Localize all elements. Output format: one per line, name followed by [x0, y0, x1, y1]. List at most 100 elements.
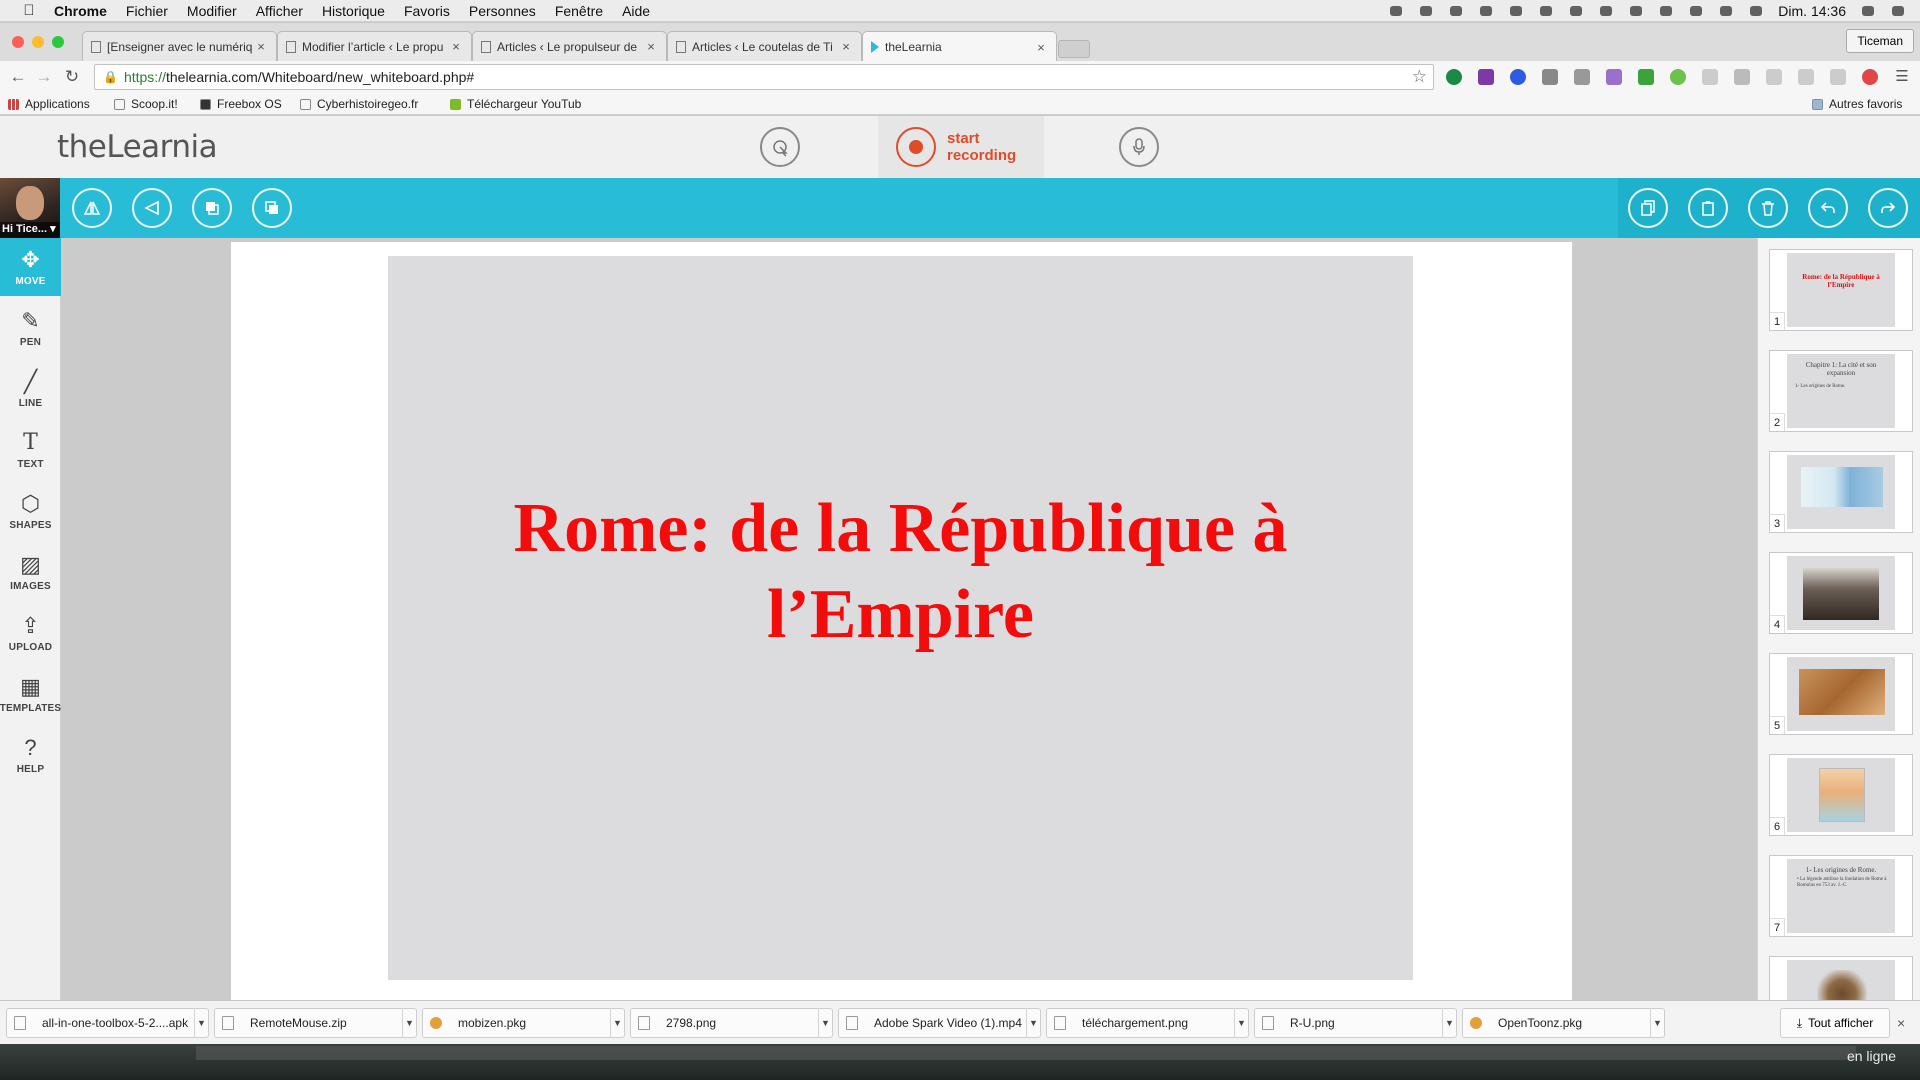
tab-close-icon[interactable]: × — [1034, 40, 1048, 55]
reload-icon[interactable]: ↻ — [62, 67, 82, 87]
extension-onenote-icon[interactable] — [1478, 69, 1494, 85]
slide-image[interactable]: Rome: de la République à l’Empire — [388, 256, 1413, 980]
menu-modifier[interactable]: Modifier — [187, 3, 237, 19]
show-all-downloads-button[interactable]: ⤓ Tout afficher — [1780, 1008, 1890, 1038]
bookmark-youtube-downloader[interactable]: Téléchargeur YouTub — [450, 97, 581, 111]
browser-tab[interactable]: Modifier l’article ‹ Le propu × — [277, 31, 472, 61]
back-arrow-icon[interactable]: ← — [8, 67, 28, 87]
bookmark-scoopit[interactable]: Scoop.it! — [114, 97, 178, 111]
paste-button[interactable] — [1688, 188, 1728, 228]
tab-close-icon[interactable]: × — [254, 39, 268, 54]
address-bar[interactable]: 🔒 https://thelearnia.com/Whiteboard/new_… — [94, 64, 1434, 90]
tool-templates[interactable]: ▦ TEMPLATES — [0, 665, 61, 723]
extension-n-icon[interactable] — [1734, 69, 1750, 85]
browser-tab[interactable]: [Enseigner avec le numériq × — [82, 31, 277, 61]
undo-button[interactable] — [1808, 188, 1848, 228]
new-tab-button[interactable] — [1058, 40, 1090, 58]
apple-icon[interactable]:  — [18, 2, 40, 19]
extension-print-icon[interactable] — [1638, 69, 1654, 85]
extension-evernote-icon[interactable] — [1446, 69, 1462, 85]
time-machine-icon[interactable] — [1658, 4, 1674, 18]
window-minimize-button[interactable] — [32, 36, 44, 48]
bookmark-other-folder[interactable]: Autres favoris — [1812, 97, 1902, 111]
menu-clock[interactable]: Dim. 14:36 — [1778, 3, 1846, 19]
creative-cloud-icon[interactable] — [1538, 4, 1554, 18]
extension-gif-icon[interactable] — [1702, 69, 1718, 85]
download-item[interactable]: mobizen.pkg ▼ — [422, 1008, 625, 1038]
app-logo[interactable]: theLearnia — [57, 129, 218, 165]
spotlight-search-icon[interactable] — [1860, 4, 1876, 18]
chrome-menu-icon[interactable]: ☰ — [1892, 67, 1912, 85]
whiteboard-canvas-area[interactable]: Rome: de la République à l’Empire — [61, 238, 1757, 1000]
window-close-button[interactable] — [12, 36, 24, 48]
extension-drop-icon[interactable] — [1766, 69, 1782, 85]
bookmark-applications[interactable]: Applications — [8, 97, 90, 111]
layer-back-button[interactable] — [252, 188, 292, 228]
bookmark-cyberhistoiregeo[interactable]: Cyberhistoiregeo.fr — [300, 97, 418, 111]
slide-thumbnail[interactable] — [1769, 956, 1913, 1000]
eject-icon[interactable] — [1628, 4, 1644, 18]
user-greeting[interactable]: Hi Tice... ▾ — [0, 222, 60, 238]
tool-shapes[interactable]: ⬡ SHAPES — [0, 482, 61, 540]
chevron-down-icon[interactable]: ▼ — [402, 1008, 416, 1038]
download-item[interactable]: R-U.png ▼ — [1254, 1008, 1457, 1038]
volume-icon[interactable] — [1748, 4, 1764, 18]
browser-tab[interactable]: Articles ‹ Le coutelas de Ti × — [667, 31, 862, 61]
extension-k-icon[interactable] — [1510, 69, 1526, 85]
chevron-down-icon[interactable]: ▼ — [610, 1008, 624, 1038]
slide-thumbnail[interactable]: Chapitre 1: La cité et son expansion 1- … — [1769, 350, 1913, 432]
tab-close-icon[interactable]: × — [644, 39, 658, 54]
airplay-icon[interactable] — [1598, 4, 1614, 18]
profile-button[interactable]: Ticeman — [1846, 29, 1914, 53]
download-item[interactable]: 2798.png ▼ — [630, 1008, 833, 1038]
slide-thumbnail[interactable]: 3 — [1769, 451, 1913, 533]
chevron-down-icon[interactable]: ▼ — [1442, 1008, 1456, 1038]
copy-button[interactable] — [1628, 188, 1668, 228]
slide-thumbnail[interactable]: Rome: de la République à l’Empire 1 — [1769, 249, 1913, 331]
window-zoom-button[interactable] — [52, 36, 64, 48]
forward-arrow-icon[interactable]: → — [34, 67, 54, 87]
sync-icon[interactable] — [1568, 4, 1584, 18]
menu-personnes[interactable]: Personnes — [469, 3, 536, 19]
download-item[interactable]: OpenToonz.pkg ▼ — [1462, 1008, 1665, 1038]
slide-thumbnail[interactable]: 5 — [1769, 653, 1913, 735]
whiteboard-page[interactable]: Rome: de la République à l’Empire — [231, 242, 1572, 1000]
tab-close-icon[interactable]: × — [449, 39, 463, 54]
extension-pen-icon[interactable] — [1606, 69, 1622, 85]
notification-center-icon[interactable] — [1890, 4, 1906, 18]
chevron-down-icon[interactable]: ▼ — [1026, 1008, 1040, 1038]
menu-historique[interactable]: Historique — [322, 3, 385, 19]
browser-tab[interactable]: Articles ‹ Le propulseur de × — [472, 31, 667, 61]
tool-text[interactable]: T TEXT — [0, 421, 61, 479]
menu-fichier[interactable]: Fichier — [126, 3, 168, 19]
menu-aide[interactable]: Aide — [622, 3, 650, 19]
bluetooth-icon[interactable] — [1688, 4, 1704, 18]
screenshot-icon[interactable] — [1508, 4, 1524, 18]
tool-move[interactable]: ✥ MOVE — [0, 238, 61, 296]
menu-fenetre[interactable]: Fenêtre — [555, 3, 603, 19]
menu-app-chrome[interactable]: Chrome — [54, 3, 107, 19]
extension-rss-icon[interactable] — [1830, 69, 1846, 85]
pointer-cursor-button[interactable] — [760, 127, 800, 167]
user-status-icon[interactable] — [1388, 4, 1404, 18]
tool-pen[interactable]: ✎ PEN — [0, 299, 61, 357]
delete-button[interactable] — [1748, 188, 1788, 228]
extension-ublock-icon[interactable] — [1542, 69, 1558, 85]
download-item[interactable]: RemoteMouse.zip ▼ — [214, 1008, 417, 1038]
chevron-down-icon[interactable]: ▼ — [194, 1008, 208, 1038]
flip-button[interactable] — [72, 188, 112, 228]
menu-favoris[interactable]: Favoris — [404, 3, 450, 19]
wifi-icon[interactable] — [1718, 4, 1734, 18]
slide-thumbnail[interactable]: 4 — [1769, 552, 1913, 634]
secure-lock-icon[interactable]: 🔒 — [103, 70, 118, 84]
chevron-down-icon[interactable]: ▼ — [1650, 1008, 1664, 1038]
tool-line[interactable]: ╱ LINE — [0, 360, 61, 418]
close-icon[interactable]: × — [1897, 1015, 1905, 1031]
cloud-icon[interactable] — [1478, 4, 1494, 18]
download-item[interactable]: all-in-one-toolbox-5-2....apk ▼ — [6, 1008, 209, 1038]
bookmark-freebox[interactable]: Freebox OS — [200, 97, 282, 111]
extension-broadcast-icon[interactable] — [1862, 69, 1878, 85]
slide-thumbnail[interactable]: 1- Les origines de Rome. • La légende at… — [1769, 855, 1913, 937]
tool-images[interactable]: ▨ IMAGES — [0, 543, 61, 601]
redo-button[interactable] — [1868, 188, 1908, 228]
